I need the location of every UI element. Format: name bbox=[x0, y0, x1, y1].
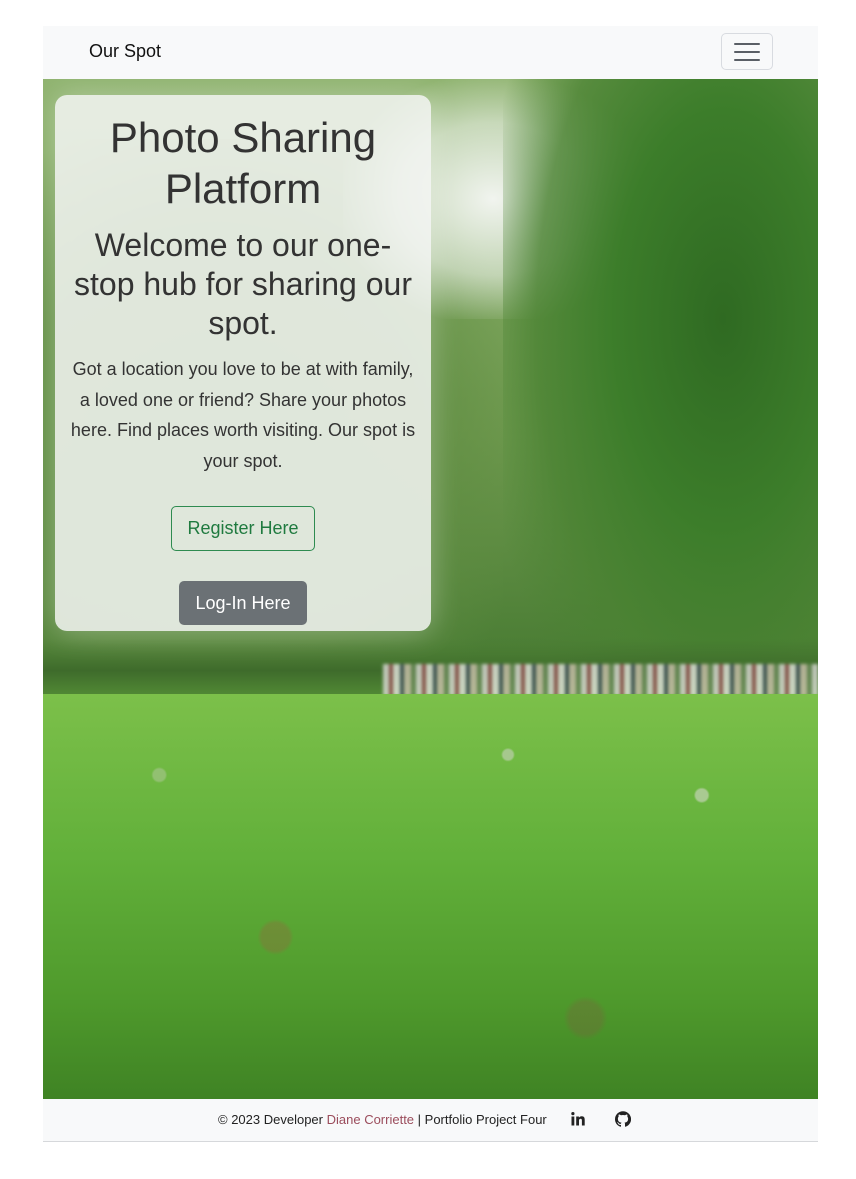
hamburger-menu-icon bbox=[734, 42, 760, 45]
hero-section: Photo Sharing Platform Welcome to our on… bbox=[43, 79, 818, 1099]
navbar: Our Spot bbox=[43, 26, 818, 79]
page-frame: Our Spot Photo Sharing Platform Welcome … bbox=[43, 26, 818, 1142]
hero-subtitle: Welcome to our one-stop hub for sharing … bbox=[74, 227, 412, 341]
hamburger-menu-icon-bar bbox=[734, 58, 760, 61]
hero-card: Photo Sharing Platform Welcome to our on… bbox=[55, 95, 431, 631]
register-button-wrap: Register Here bbox=[55, 476, 431, 551]
page-title: Photo Sharing Platform bbox=[109, 114, 377, 212]
login-button-wrap: Log-In Here bbox=[55, 551, 431, 625]
background-grass bbox=[43, 694, 818, 1099]
linkedin-icon[interactable] bbox=[570, 1111, 586, 1127]
developer-link[interactable]: Diane Corriette bbox=[327, 1112, 414, 1127]
background-crowd bbox=[383, 664, 818, 696]
github-icon[interactable] bbox=[615, 1111, 631, 1127]
footer-text: © 2023 Developer Diane Corriette | Portf… bbox=[218, 1112, 547, 1127]
brand-link[interactable]: Our Spot bbox=[89, 41, 161, 62]
login-button[interactable]: Log-In Here bbox=[179, 581, 307, 625]
hero-description: Got a location you love to be at with fa… bbox=[70, 359, 416, 471]
project-text: | Portfolio Project Four bbox=[417, 1112, 547, 1127]
register-button[interactable]: Register Here bbox=[171, 506, 315, 551]
copyright-text: © 2023 Developer bbox=[218, 1112, 323, 1127]
navbar-toggler-button[interactable] bbox=[721, 33, 773, 70]
hamburger-menu-icon-bar bbox=[734, 50, 760, 53]
footer: © 2023 Developer Diane Corriette | Portf… bbox=[43, 1099, 818, 1142]
